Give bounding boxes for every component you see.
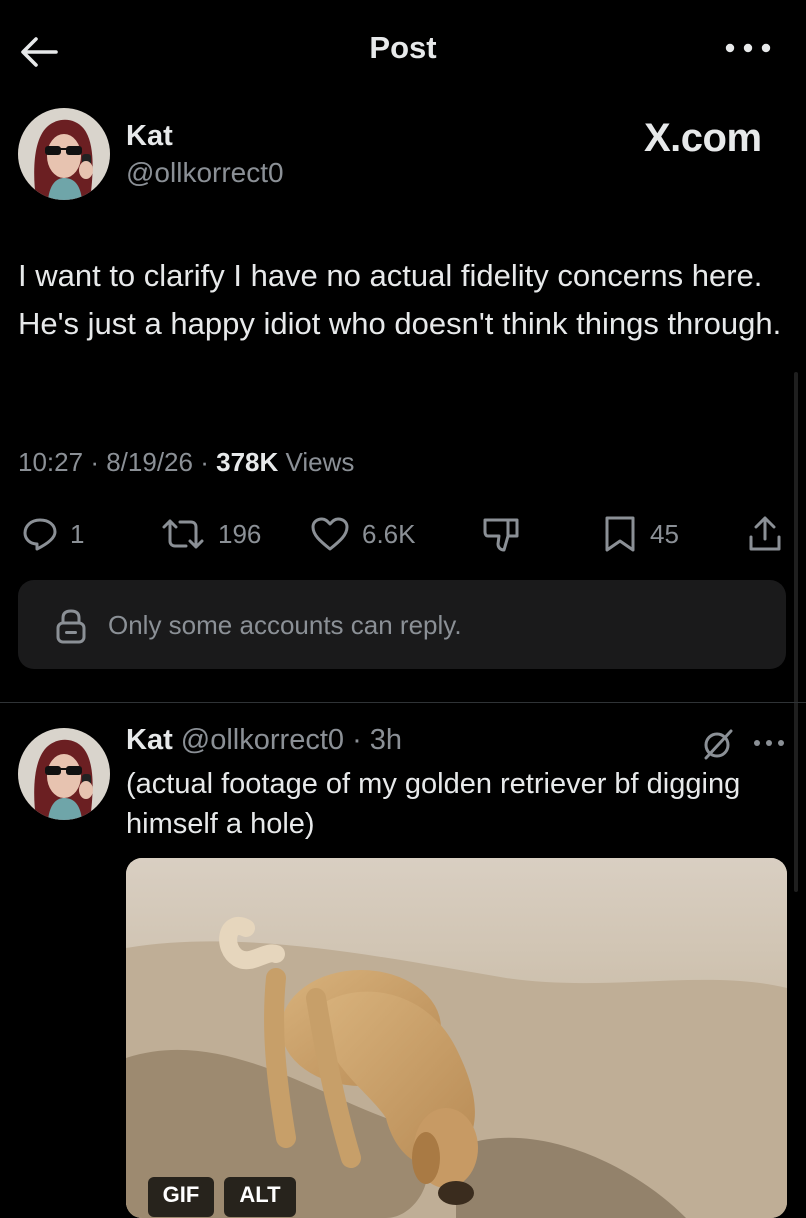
share-icon xyxy=(746,515,784,553)
author-name[interactable]: Kat xyxy=(126,120,173,153)
tweet-meta: 10:27 · 8/19/26 · 378K Views xyxy=(18,447,354,478)
scrollbar[interactable] xyxy=(794,372,798,892)
quoted-author-handle[interactable]: @ollkorrect0 xyxy=(181,724,344,756)
meta-sep: · xyxy=(90,447,99,477)
bookmark-icon xyxy=(602,515,638,553)
author-avatar[interactable] xyxy=(18,108,110,200)
views-count[interactable]: 378K xyxy=(216,447,278,477)
divider xyxy=(0,702,806,703)
repost-count: 196 xyxy=(218,518,262,549)
reply-button[interactable]: 1 xyxy=(22,512,84,556)
reply-count: 1 xyxy=(70,518,85,549)
repost-button[interactable]: 196 xyxy=(160,512,261,556)
bookmark-count: 45 xyxy=(650,518,679,549)
heart-icon xyxy=(310,516,350,552)
share-button[interactable] xyxy=(746,512,796,556)
tweet-time: 10:27 xyxy=(18,447,84,477)
quoted-author-line: Kat @ollkorrect0 · 3h xyxy=(126,724,402,757)
thumbs-down-icon xyxy=(480,514,522,554)
quoted-author-avatar[interactable] xyxy=(18,728,110,820)
quoted-author-name[interactable]: Kat xyxy=(126,724,173,756)
page-title: Post xyxy=(369,30,437,65)
like-button[interactable]: 6.6K xyxy=(310,512,416,556)
meta-sep: · xyxy=(200,447,209,477)
author-handle[interactable]: @ollkorrect0 xyxy=(126,157,284,189)
beach-dog-photo xyxy=(126,858,787,1218)
gif-badge: GIF xyxy=(148,1177,214,1217)
like-count: 6.6K xyxy=(362,518,416,549)
quoted-more-button[interactable] xyxy=(752,736,786,750)
more-options-button[interactable] xyxy=(722,36,774,60)
lock-icon xyxy=(54,608,88,644)
repost-icon xyxy=(160,517,206,551)
reply-icon xyxy=(22,517,58,551)
downvote-button[interactable] xyxy=(480,512,534,556)
grok-icon[interactable] xyxy=(702,728,734,760)
tweet-date: 8/19/26 xyxy=(106,447,193,477)
quoted-post-age: · 3h xyxy=(352,724,403,756)
quoted-text: (actual footage of my golden retriever b… xyxy=(126,768,741,840)
more-horizontal-icon xyxy=(725,43,771,53)
x-logo-label: X.com xyxy=(644,116,762,160)
bookmark-button[interactable]: 45 xyxy=(602,512,679,556)
tweet-text: I want to clarify I have no actual fidel… xyxy=(18,258,782,341)
views-label: Views xyxy=(285,447,355,477)
reply-restriction-text: Only some accounts can reply. xyxy=(108,610,462,640)
alt-badge[interactable]: ALT xyxy=(224,1177,296,1217)
media-gif[interactable] xyxy=(126,858,787,1218)
